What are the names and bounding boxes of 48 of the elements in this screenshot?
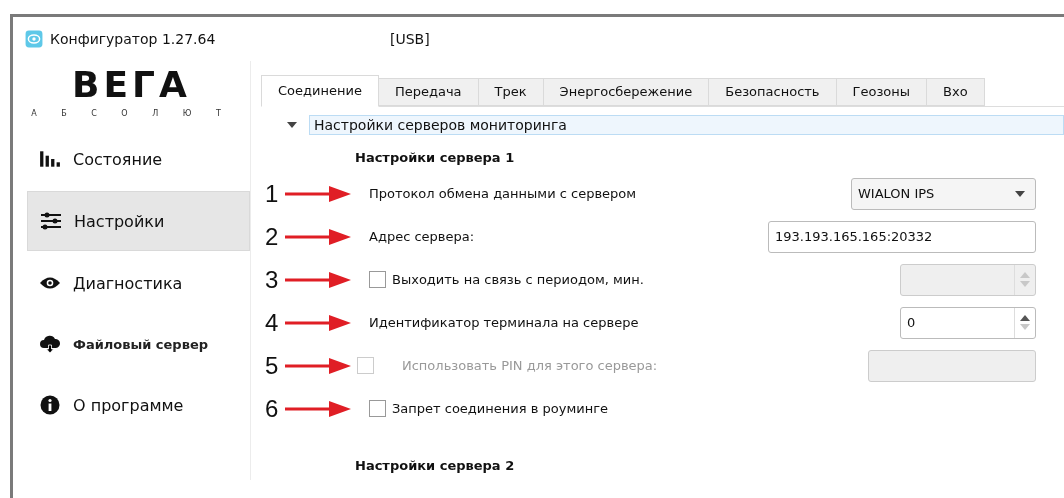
spin-box[interactable]: 0 [900, 306, 1036, 339]
tab[interactable]: Безопасность [709, 78, 837, 106]
connection-label: [USB] [390, 31, 430, 47]
group-heading: Настройки сервера 1 [355, 150, 516, 167]
field-label: Идентификатор терминала на сервере [369, 315, 639, 330]
protocol-dropdown[interactable]: WIALON IPS [851, 177, 1036, 210]
app-icon [25, 30, 43, 48]
input-field[interactable]: 193.193.165.165:20332 [768, 220, 1036, 253]
expand-icon [287, 122, 297, 128]
checkbox[interactable] [369, 400, 386, 417]
tab[interactable]: Трек [478, 78, 544, 106]
field-label: Запрет соединения в роуминге [392, 401, 608, 416]
callout-arrow [285, 398, 351, 419]
tab[interactable]: Передача [378, 78, 479, 106]
tab[interactable]: Энергосбережение [543, 78, 710, 106]
sidebar-item[interactable]: Диагностика [27, 254, 250, 312]
callout-number: 4 [265, 308, 280, 337]
sliders-icon [40, 211, 62, 231]
window-title: Конфигуратор 1.27.64 [50, 31, 217, 47]
bar-chart-icon [39, 149, 61, 169]
logo-wordmark: ВЕГА [72, 65, 191, 105]
sidebar-item[interactable]: О программе [27, 376, 250, 434]
info-icon [39, 395, 61, 415]
callout-number: 1 [265, 179, 280, 208]
sidebar-item[interactable]: Состояние [27, 130, 250, 188]
callout-number: 6 [265, 394, 280, 423]
cloud-download-icon [39, 334, 61, 354]
callout-arrow [285, 226, 351, 247]
field-label: Адрес сервера: [369, 229, 475, 244]
callout-arrow [285, 312, 351, 333]
callout-number: 2 [265, 222, 280, 251]
callout-arrow [285, 355, 351, 376]
caret-icon [1015, 190, 1025, 197]
tab[interactable]: Геозоны [836, 78, 928, 106]
field-label: Протокол обмена данными с сервером [369, 186, 637, 201]
logo-tagline: А Б С О Л Ю Т [31, 109, 232, 118]
callout-number: 3 [265, 265, 280, 294]
field-label: Использовать PIN для этого сервера: [402, 358, 658, 373]
callout-number: 5 [265, 351, 280, 380]
sidebar-item[interactable]: Файловый сервер [27, 315, 250, 373]
callout-arrow [285, 183, 351, 204]
callout-arrow [285, 269, 351, 290]
checkbox[interactable] [369, 271, 386, 288]
group-heading: Настройки сервера 2 [355, 458, 516, 475]
field-label: Выходить на связь с периодом, мин. [392, 272, 644, 287]
tab[interactable]: Соединение [261, 75, 379, 107]
tab[interactable]: Вхо [927, 78, 985, 106]
sidebar-item[interactable]: Настройки [27, 191, 250, 251]
